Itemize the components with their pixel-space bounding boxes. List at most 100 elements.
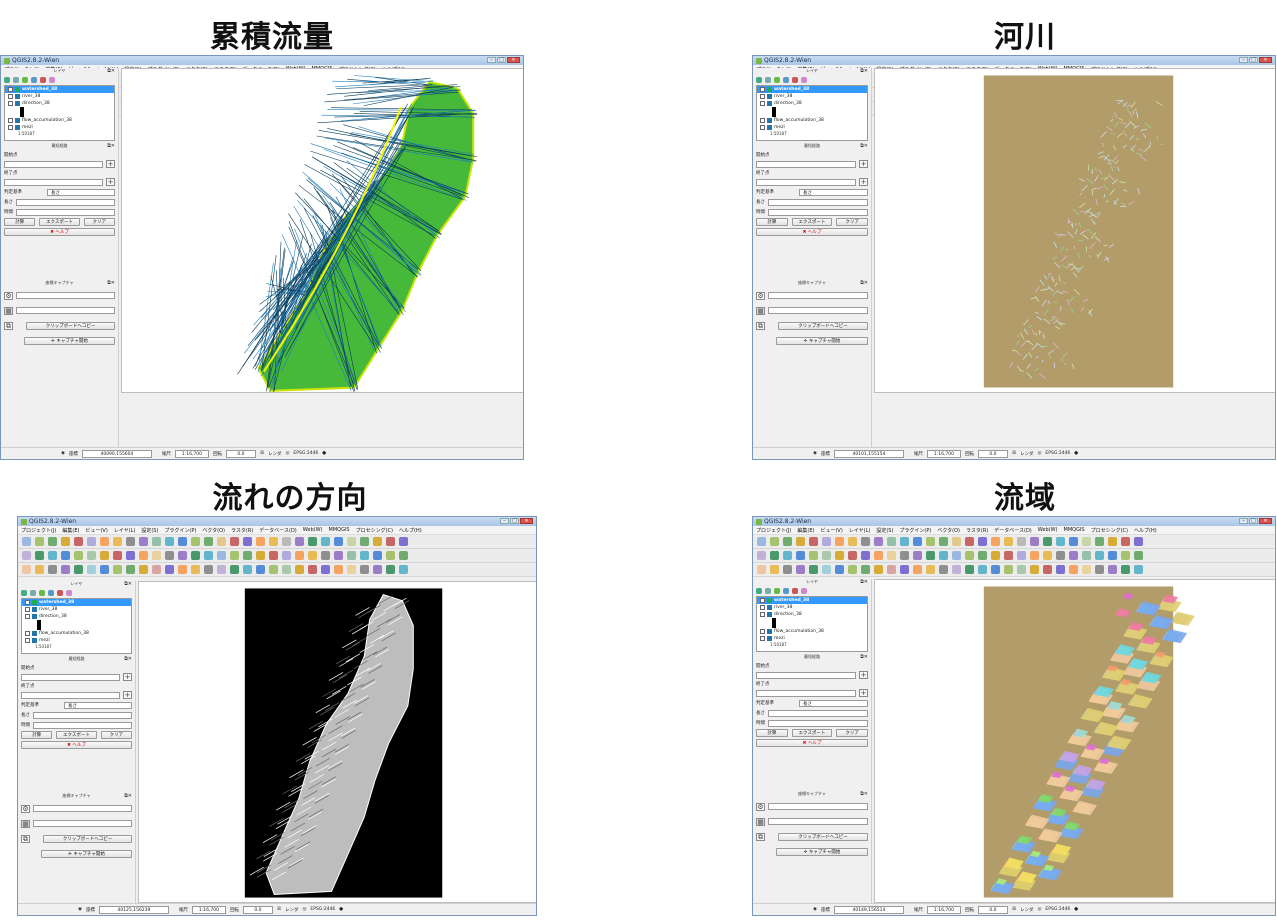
toolbar-tool-icon[interactable]: [347, 537, 356, 546]
rotation-field[interactable]: 0.0: [242, 905, 273, 914]
toolbar-tool-icon[interactable]: [243, 565, 252, 574]
toolbar-tool-icon[interactable]: [243, 537, 252, 546]
toolbar-tool-icon[interactable]: [35, 565, 44, 574]
menu-item-1[interactable]: 編集(E): [62, 527, 79, 534]
crs-button[interactable]: EPSG:2446: [1045, 907, 1070, 912]
pick-end-button[interactable]: +: [859, 178, 868, 186]
toolbar-tool-icon[interactable]: [965, 551, 974, 560]
layer-item-flow-accumulation[interactable]: flow_accumulation_38: [22, 630, 131, 637]
export-button[interactable]: エクスポート: [791, 729, 833, 737]
toolbar-tool-icon[interactable]: [861, 537, 870, 546]
export-button[interactable]: エクスポート: [39, 218, 80, 226]
layer-item-mesi[interactable]: mezi: [22, 637, 131, 644]
toolbar-tool-icon[interactable]: [1004, 551, 1013, 560]
toolbar-tool-icon[interactable]: [87, 537, 96, 546]
toolbar-tool-icon[interactable]: [347, 551, 356, 560]
toolbar-tool-icon[interactable]: [87, 551, 96, 560]
toolbar-tool-icon[interactable]: [295, 537, 304, 546]
map-canvas[interactable]: [874, 579, 1275, 903]
toolbar-tool-icon[interactable]: [757, 565, 766, 574]
toolbar-tool-icon[interactable]: [1043, 537, 1052, 546]
calculate-button[interactable]: 計算: [21, 731, 53, 739]
toolbar-tool-icon[interactable]: [373, 565, 382, 574]
toolbar-tool-icon[interactable]: [347, 565, 356, 574]
crs-button[interactable]: EPSG:2446: [310, 907, 335, 912]
end-point-input[interactable]: [756, 689, 856, 697]
toolbar-tool-icon[interactable]: [217, 565, 226, 574]
render-checkbox[interactable]: ☒: [1012, 907, 1016, 912]
toolbar-tool-icon[interactable]: [952, 551, 961, 560]
filter-icon[interactable]: [22, 77, 28, 83]
dock-float-icon[interactable]: ⧉✕: [860, 579, 868, 585]
menu-item-12[interactable]: ヘルプ(H): [399, 527, 422, 534]
toolbar-tool-icon[interactable]: [848, 565, 857, 574]
toolbar-tool-icon[interactable]: [295, 565, 304, 574]
toolbar-tool-icon[interactable]: [373, 537, 382, 546]
toolbar-tool-icon[interactable]: [1004, 537, 1013, 546]
menu-item-11[interactable]: プロセシング(C): [356, 527, 393, 534]
toolbar-tool-icon[interactable]: [874, 551, 883, 560]
messages-icon[interactable]: ●: [322, 451, 326, 456]
scale-field[interactable]: 1:16,700: [174, 449, 209, 458]
manage-visibility-icon[interactable]: [765, 77, 771, 83]
toolbar-tool-icon[interactable]: [152, 551, 161, 560]
toolbar-tool-icon[interactable]: [913, 537, 922, 546]
start-capture-button[interactable]: ✛ キャプチャ開始: [776, 336, 868, 345]
start-capture-button[interactable]: ✛ キャプチャ開始: [24, 336, 115, 345]
toolbar-tool-icon[interactable]: [1017, 565, 1026, 574]
toolbar-tool-icon[interactable]: [178, 551, 187, 560]
remove-layer-icon[interactable]: [801, 588, 807, 594]
dock-float-icon[interactable]: ⧉✕: [860, 654, 868, 660]
toolbar-tool-icon[interactable]: [978, 565, 987, 574]
menu-item-5[interactable]: プラグイン(P): [899, 527, 931, 534]
toolbar-tool-icon[interactable]: [783, 537, 792, 546]
toolbar-tool-icon[interactable]: [22, 565, 31, 574]
toolbar-tool-icon[interactable]: [939, 537, 948, 546]
layer-checkbox[interactable]: [760, 629, 765, 634]
toolbar-tool-icon[interactable]: [1056, 551, 1065, 560]
toolbar-tool-icon[interactable]: [61, 551, 70, 560]
add-group-icon[interactable]: [756, 588, 762, 594]
toolbar-tool-icon[interactable]: [900, 565, 909, 574]
toolbar-tool-icon[interactable]: [165, 537, 174, 546]
dock-float-icon[interactable]: ⧉✕: [124, 793, 132, 799]
toolbar-tool-icon[interactable]: [978, 551, 987, 560]
pick-end-button[interactable]: +: [859, 689, 868, 697]
toolbar-tool-icon[interactable]: [1017, 537, 1026, 546]
messages-icon[interactable]: ●: [1074, 907, 1078, 912]
layer-checkbox[interactable]: [25, 631, 30, 636]
toolbar-tool-icon[interactable]: [204, 537, 213, 546]
criterion-select[interactable]: 長さ: [799, 188, 868, 196]
toolbar-tool-icon[interactable]: [308, 565, 317, 574]
toolbar-tool-icon[interactable]: [809, 551, 818, 560]
toolbar-tool-icon[interactable]: [386, 565, 395, 574]
expand-icon[interactable]: [783, 588, 789, 594]
layer-item-river[interactable]: river_38: [757, 93, 867, 100]
calculate-button[interactable]: 計算: [4, 218, 36, 226]
toolbar-tool-icon[interactable]: [1108, 551, 1117, 560]
crs-select-icon[interactable]: ⚙: [756, 802, 765, 811]
menu-item-0[interactable]: プロジェクト(J): [756, 527, 791, 534]
layer-checkbox[interactable]: [25, 614, 30, 619]
rotation-field[interactable]: 0.0: [977, 905, 1008, 914]
help-button[interactable]: ✖ ヘルプ: [21, 741, 132, 749]
help-button[interactable]: ✖ ヘルプ: [756, 228, 868, 236]
toolbar-tool-icon[interactable]: [113, 565, 122, 574]
toolbar-tool-icon[interactable]: [204, 551, 213, 560]
export-button[interactable]: エクスポート: [56, 731, 97, 739]
toolbar-tool-icon[interactable]: [887, 551, 896, 560]
maximize-button[interactable]: □: [1249, 518, 1258, 524]
coordinate-field[interactable]: 40149,156514: [833, 905, 904, 914]
manage-visibility-icon[interactable]: [13, 77, 19, 83]
toolbar-tool-icon[interactable]: [965, 565, 974, 574]
toolbar-tool-icon[interactable]: [1095, 551, 1104, 560]
dock-float-icon[interactable]: ⧉✕: [860, 143, 868, 149]
toolbar-tool-icon[interactable]: [835, 565, 844, 574]
expand-icon[interactable]: [31, 77, 37, 83]
toolbar-tool-icon[interactable]: [74, 537, 83, 546]
toolbar-tool-icon[interactable]: [243, 551, 252, 560]
layer-checkbox[interactable]: [8, 94, 13, 99]
toolbar-tool-icon[interactable]: [861, 565, 870, 574]
toolbar-tool-icon[interactable]: [360, 565, 369, 574]
dock-float-icon[interactable]: ⧉✕: [124, 656, 132, 662]
